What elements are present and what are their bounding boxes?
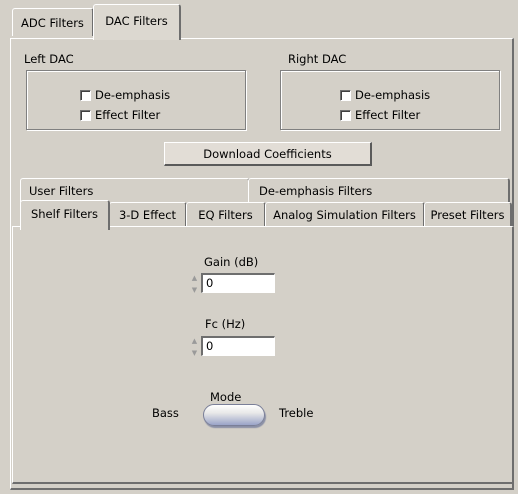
tab-preset-filters-label: Preset Filters [430,208,505,222]
gain-spinner[interactable]: ▲ ▼ [190,273,199,295]
tab-3d-effect[interactable]: 3-D Effect [109,202,187,227]
checkbox-icon [340,109,351,121]
tab-deemphasis-filters-label: De-emphasis Filters [259,183,373,198]
right-dac-title: Right DAC [288,52,347,66]
mode-label: Mode [210,390,242,404]
tab-eq-filters-label: EQ Filters [198,208,253,222]
left-effect-filter-checkbox[interactable]: Effect Filter [80,108,160,122]
mode-bass-label: Bass [152,406,179,420]
fc-input[interactable]: 0 [201,336,275,356]
mode-treble-label: Treble [279,406,314,420]
right-effect-filter-label: Effect Filter [355,108,421,122]
left-deemphasis-label: De-emphasis [95,88,171,102]
gain-label: Gain (dB) [204,255,259,269]
right-deemphasis-label: De-emphasis [355,88,431,102]
checkbox-icon [340,89,351,101]
tab-3d-effect-label: 3-D Effect [118,208,177,222]
fc-spinner[interactable]: ▲ ▼ [190,336,199,358]
tab-shelf-filters-label: Shelf Filters [30,207,99,221]
tab-dac-filters-label: DAC Filters [105,14,168,28]
spin-up-icon[interactable]: ▲ [192,336,197,346]
right-deemphasis-checkbox[interactable]: De-emphasis [340,88,430,102]
spin-down-icon[interactable]: ▼ [192,285,197,295]
right-effect-filter-checkbox[interactable]: Effect Filter [340,108,420,122]
download-coefficients-label: Download Coefficients [203,146,332,161]
left-deemphasis-checkbox[interactable]: De-emphasis [80,88,170,102]
checkbox-icon [80,89,91,101]
checkbox-icon [80,109,91,121]
tab-analog-simulation-filters[interactable]: Analog Simulation Filters [265,202,425,227]
tab-user-filters[interactable]: User Filters [20,178,250,202]
left-effect-filter-label: Effect Filter [95,108,161,122]
tab-shelf-filters[interactable]: Shelf Filters [20,200,110,230]
tab-deemphasis-filters[interactable]: De-emphasis Filters [248,178,510,202]
tab-eq-filters[interactable]: EQ Filters [186,202,266,227]
tab-adc-filters[interactable]: ADC Filters [12,8,94,36]
tab-adc-filters-label: ADC Filters [21,15,84,30]
spin-down-icon[interactable]: ▼ [192,348,197,358]
download-coefficients-button[interactable]: Download Coefficients [164,142,372,166]
tab-dac-filters[interactable]: DAC Filters [93,4,181,40]
tab-user-filters-label: User Filters [29,183,94,198]
gain-input[interactable]: 0 [201,273,275,293]
tab-analog-simulation-filters-label: Analog Simulation Filters [273,208,416,222]
left-dac-title: Left DAC [24,52,74,66]
fc-label: Fc (Hz) [205,317,246,331]
spin-up-icon[interactable]: ▲ [192,273,197,283]
mode-toggle-switch[interactable] [203,404,265,426]
tab-preset-filters[interactable]: Preset Filters [424,202,512,227]
